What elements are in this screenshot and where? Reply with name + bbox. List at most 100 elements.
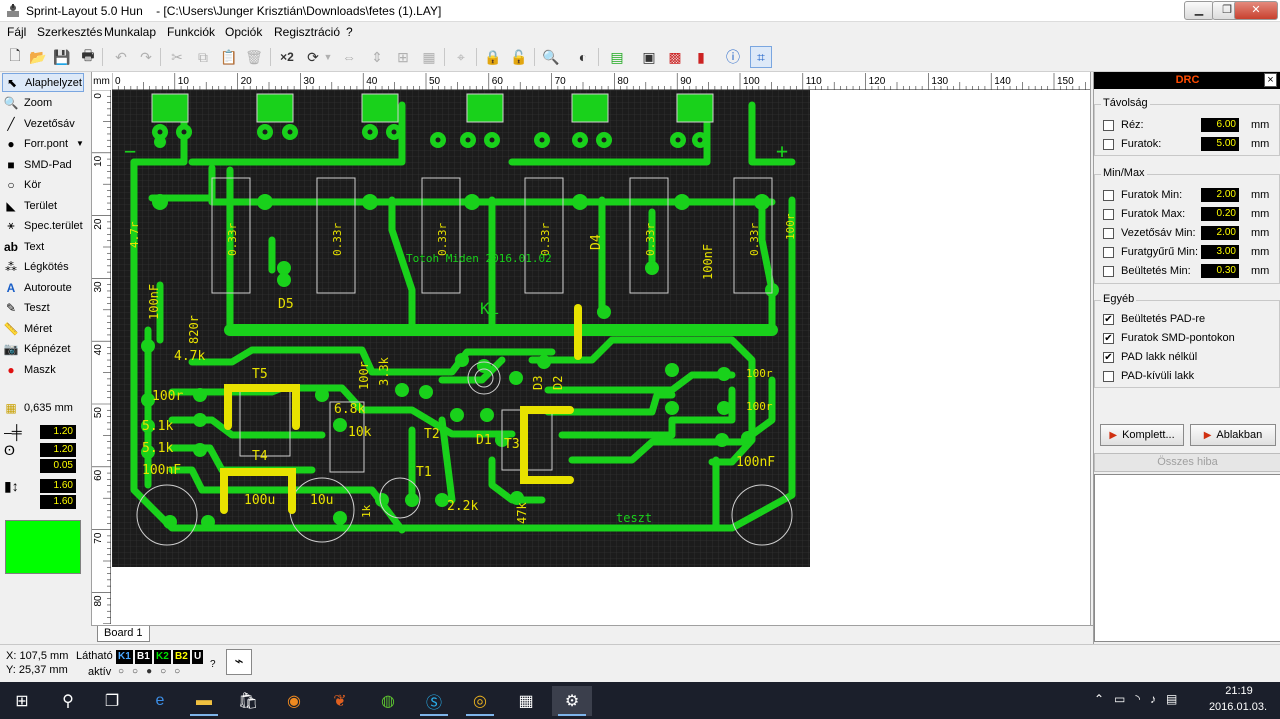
search-icon[interactable]: ⚲ [48,686,88,716]
menu-help[interactable]: ? [346,25,353,39]
properties-icon[interactable]: ▤ [606,46,628,68]
annular-min-value[interactable]: 3.00 [1201,245,1239,259]
active-layer-color-swatch[interactable] [5,520,81,574]
print-icon[interactable]: 🖶 [77,46,99,68]
windows-start-icon[interactable]: ⊞ [2,686,42,716]
pad-no-mask-checkbox[interactable]: ✔ [1103,351,1114,363]
holes-min-checkbox[interactable] [1103,189,1114,201]
track-min-value[interactable]: 2.00 [1201,226,1239,240]
layer-k2[interactable]: K2 [154,650,171,664]
all-errors-button[interactable]: Összes hiba [1094,453,1280,472]
tool-track[interactable]: ╱ Vezetősáv [2,114,84,133]
task-view-icon[interactable]: ❐ [92,686,132,716]
redo-icon[interactable]: ↷ [135,46,157,68]
skype-icon[interactable]: Ⓢ [414,686,454,716]
tool-special-zone[interactable]: ⚹ Spec.terület [2,216,84,235]
mirror-vertical-icon[interactable]: ⇕ [366,46,388,68]
scan-icon[interactable]: ▣ [638,46,660,68]
holes-max-value[interactable]: 0.20 [1201,207,1239,221]
tool-airwire[interactable]: ⁂ Légkötés [2,257,84,276]
tool-measure[interactable]: 📏 Méret [2,319,84,338]
lock-icon[interactable]: 🔒 [482,46,504,68]
holes-min-value[interactable]: 2.00 [1201,188,1239,202]
cable-tool-icon[interactable]: ⌁ [226,649,252,675]
smd-height-value[interactable]: 1.60 [40,495,76,509]
pad-inner-value[interactable]: 0.05 [40,459,76,473]
chrome-icon[interactable]: ◎ [460,686,500,716]
placement-min-checkbox[interactable] [1103,265,1114,277]
tool-zoom[interactable]: 🔍 Zoom [2,93,84,112]
placement-on-pad-checkbox[interactable]: ✔ [1103,313,1114,325]
copy-icon[interactable]: ⧉ [192,46,214,68]
duplicate-icon[interactable]: ×2 [276,46,298,68]
layer-k1[interactable]: K1 [116,650,133,664]
calculator-icon[interactable]: ▦ [506,686,546,716]
menu-worksheet[interactable]: Munkalap [104,25,156,39]
tool-pad[interactable]: ● Forr.pont ▼ [2,134,84,153]
zoom-search-icon[interactable]: 🔍 [540,46,562,68]
pad-outer-value[interactable]: 1.20 [40,443,76,457]
store-icon[interactable]: 🛍 [228,686,268,716]
copper-value[interactable]: 6.00 [1201,118,1239,132]
mirror-horizontal-icon[interactable]: ⇔ [338,46,360,68]
edge-browser-icon[interactable]: e [140,686,180,716]
bird-app-icon[interactable]: ❦ [320,686,360,716]
close-window-button[interactable]: ✕ [1234,1,1278,20]
new-file-icon[interactable]: 🗋 [4,46,26,68]
sprint-layout-taskbar-icon[interactable]: ⚙ [552,686,592,716]
holes-value[interactable]: 5.00 [1201,137,1239,151]
tool-mask[interactable]: ● Maszk [2,360,84,379]
tool-text[interactable]: ab Text [2,237,84,256]
in-window-check-button[interactable]: ▶ Ablakban [1190,424,1276,446]
tool-photo-view[interactable]: 📷 Képnézet [2,339,84,358]
layer-b1[interactable]: B1 [135,650,152,664]
holes-max-checkbox[interactable] [1103,208,1114,220]
export-icon[interactable]: ▮ [690,46,712,68]
utorrent-icon[interactable]: ◍ [368,686,408,716]
pcb-layout[interactable]: 0.33r 0.33r 0.33r 0.33r 0.33r 0.33r D5 D… [112,90,810,567]
grid-setting[interactable]: ▦ 0,635 mm [2,398,84,417]
paste-icon[interactable]: 📋 [218,46,240,68]
tray-icons[interactable]: ⌃▭◝♪▤ [1094,692,1187,706]
track-width-value[interactable]: 1.20 [40,425,76,439]
pcb-board[interactable]: 0.33r 0.33r 0.33r 0.33r 0.33r 0.33r D5 D… [112,90,810,567]
rotate-icon[interactable]: ⟳ [302,46,324,68]
menu-functions[interactable]: Funkciók [167,25,215,39]
drc-close-button[interactable]: × [1264,73,1277,87]
group-icon[interactable]: ▦ [418,46,440,68]
open-folder-icon[interactable]: 📂 [27,46,49,68]
tool-select[interactable]: ⬉ Alaphelyzet [2,73,84,92]
delete-icon[interactable]: 🗑 [243,46,265,68]
holes-checkbox[interactable] [1103,138,1114,150]
placement-min-value[interactable]: 0.30 [1201,264,1239,278]
tool-autoroute[interactable]: A Autoroute [2,278,84,297]
track-min-checkbox[interactable] [1103,227,1114,239]
tool-smd-pad[interactable]: ■ SMD-Pad [2,155,84,174]
layer-active-radios[interactable]: ○○●○○ [118,666,188,677]
contrast-icon[interactable]: ◐ [572,46,594,68]
menu-edit[interactable]: Szerkesztés [37,25,102,39]
paint-app-icon[interactable]: ◉ [274,686,314,716]
info-icon[interactable]: ⓘ [722,46,744,68]
tool-circle[interactable]: ○ Kör [2,175,84,194]
save-icon[interactable]: 💾 [51,46,73,68]
error-list[interactable] [1094,474,1280,642]
help-marker[interactable]: ? [210,659,216,670]
annular-min-checkbox[interactable] [1103,246,1114,258]
board-tab[interactable]: Board 1 [97,626,150,642]
snap-icon[interactable]: ⌖ [450,46,472,68]
undo-icon[interactable]: ↶ [110,46,132,68]
tool-test[interactable]: ✎ Teszt [2,298,84,317]
clock-time[interactable]: 21:19 [1214,685,1264,697]
rotate-dropdown-icon[interactable]: ▼ [322,46,334,68]
smd-width-value[interactable]: 1.60 [40,479,76,493]
origin-icon[interactable]: ⌗ [750,46,772,68]
layer-b2[interactable]: B2 [173,650,190,664]
unlock-icon[interactable]: 🔓 [508,46,530,68]
layer-u[interactable]: U [192,650,204,664]
clock-date[interactable]: 2016.01.03. [1206,701,1270,713]
copper-checkbox[interactable] [1103,119,1114,131]
complete-check-button[interactable]: ▶ Komplett... [1100,424,1184,446]
chevron-down-icon[interactable]: ▼ [76,139,84,148]
cut-icon[interactable]: ✂ [166,46,188,68]
